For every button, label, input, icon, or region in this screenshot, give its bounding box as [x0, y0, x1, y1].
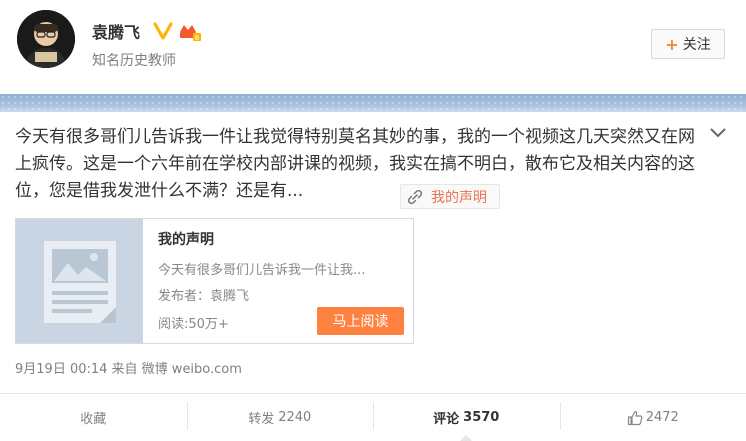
like-button[interactable]: 2472	[559, 394, 746, 441]
comment-button[interactable]: 评论 3570	[373, 394, 560, 441]
link-clip-icon	[408, 189, 422, 204]
profile-header: 袁腾飞 6 知名历史教师 + 关注	[0, 0, 746, 94]
follow-label: 关注	[682, 37, 711, 53]
weibo-post: 今天有很多哥们儿告诉我一件让我觉得特别莫名其妙的事，我的一个视频这几天突然又在网…	[0, 112, 746, 441]
comment-label: 评论	[433, 412, 460, 427]
vip-icon[interactable]: 6	[178, 22, 202, 42]
post-text: 今天有很多哥们儿告诉我一件让我觉得特别莫名其妙的事，我的一个视频这几天突然又在网…	[15, 127, 695, 201]
post-timestamp-source[interactable]: 9月19日 00:14 来自 微博 weibo.com	[15, 358, 242, 377]
svg-text:6: 6	[195, 34, 200, 42]
card-publisher: 发布者：袁腾飞	[158, 289, 250, 304]
verified-badge-icon	[153, 22, 173, 40]
card-read-count: 阅读:50万+	[158, 317, 229, 332]
card-title: 我的声明	[158, 232, 214, 248]
declaration-link-label: 我的声明	[431, 189, 487, 206]
article-card[interactable]: 我的声明 今天有很多哥们儿告诉我一件让我... 发布者：袁腾飞 阅读:50万+ …	[15, 218, 414, 344]
avatar[interactable]	[17, 10, 75, 68]
avatar-image	[17, 10, 75, 68]
repost-button[interactable]: 转发 2240	[186, 394, 374, 441]
declaration-link[interactable]: 我的声明	[400, 184, 500, 209]
follow-button[interactable]: + 关注	[651, 29, 725, 59]
favorite-button[interactable]: 收藏	[0, 394, 187, 441]
cover-banner	[0, 94, 746, 112]
plus-icon: +	[665, 34, 679, 54]
favorite-label: 收藏	[80, 412, 107, 427]
repost-label: 转发	[248, 412, 275, 427]
repost-count: 2240	[278, 410, 312, 425]
read-now-button[interactable]: 马上阅读	[317, 307, 404, 335]
card-summary: 今天有很多哥们儿告诉我一件让我...	[158, 263, 366, 278]
comment-count: 3570	[463, 410, 500, 425]
action-bar: 收藏 转发 2240 评论 3570 2472	[0, 393, 746, 441]
like-count: 2472	[645, 410, 679, 425]
user-title: 知名历史教师	[92, 53, 176, 69]
document-thumbnail-icon	[16, 219, 143, 343]
thumb-up-icon	[627, 410, 643, 426]
user-name[interactable]: 袁腾飞	[92, 19, 140, 43]
chevron-down-icon[interactable]	[709, 126, 727, 140]
